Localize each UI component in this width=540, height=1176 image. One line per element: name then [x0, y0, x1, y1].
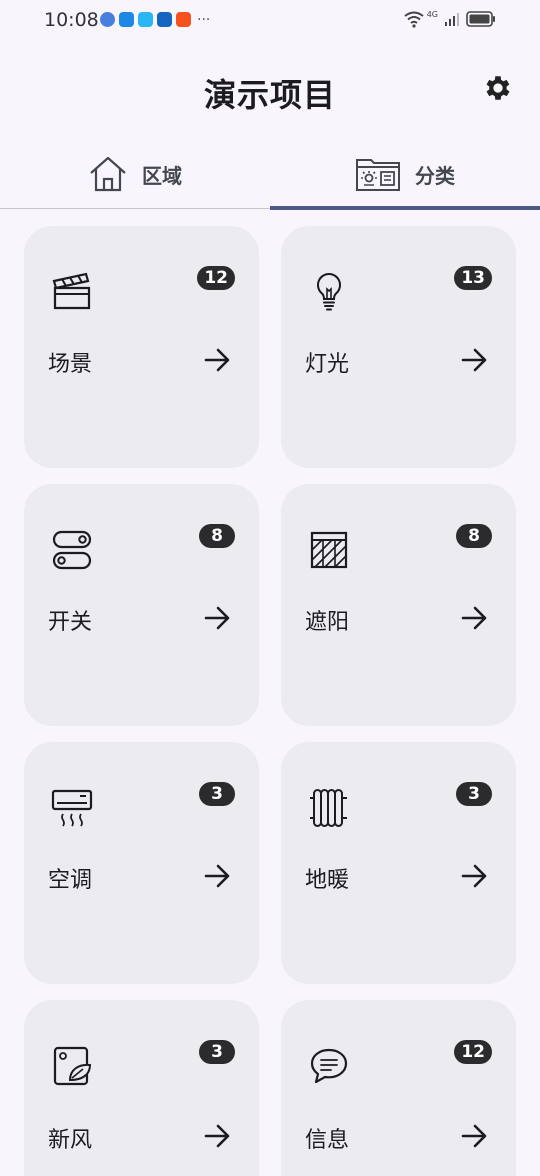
category-count-badge: 8: [199, 524, 235, 548]
selected-tab-indicator: [270, 206, 540, 210]
network-type: 4G: [426, 9, 438, 19]
wifi-icon: [404, 11, 424, 28]
category-card-message[interactable]: 12 信息: [281, 1000, 516, 1176]
arrow-right-icon: [204, 606, 230, 630]
tab-category-label: 分类: [415, 163, 455, 188]
notification-app-icon: [100, 12, 115, 27]
category-count-badge: 3: [456, 782, 492, 806]
house-icon: [90, 156, 126, 192]
category-label: 信息: [305, 1128, 350, 1153]
more-notifications-icon: ···: [197, 11, 211, 28]
category-card-fresh-air[interactable]: 3 新风: [24, 1000, 259, 1176]
tab-area-label: 区域: [142, 163, 182, 188]
status-notification-icons: ···: [100, 12, 210, 27]
category-label: 遮阳: [305, 610, 350, 635]
tab-bar: 区域 分类: [0, 140, 540, 210]
lightbulb-icon: [317, 272, 341, 311]
arrow-right-icon: [461, 348, 487, 372]
category-card-switch[interactable]: 8 开关: [24, 484, 259, 726]
category-label: 开关: [48, 610, 93, 635]
category-count-badge: 3: [199, 782, 235, 806]
category-label: 新风: [48, 1128, 93, 1153]
fresh-air-icon: [53, 1046, 92, 1086]
category-card-shading[interactable]: 8 遮阳: [281, 484, 516, 726]
arrow-right-icon: [204, 348, 230, 372]
category-folder-icon: [356, 159, 400, 191]
arrow-right-icon: [204, 864, 230, 888]
radiator-icon: [310, 789, 347, 827]
page-title: 演示项目: [203, 76, 336, 114]
battery-icon: [466, 11, 495, 27]
category-label: 空调: [48, 868, 93, 893]
air-conditioner-icon: [51, 789, 93, 827]
category-count-badge: 12: [454, 1040, 492, 1064]
gear-icon: [486, 76, 510, 100]
app-header: 演示项目: [0, 60, 540, 124]
category-card-floor-heating[interactable]: 3 地暖: [281, 742, 516, 984]
status-indicators: 4G: [403, 10, 496, 28]
category-card-air-conditioner[interactable]: 3 空调: [24, 742, 259, 984]
message-icon: [310, 1048, 348, 1084]
clapperboard-icon: [52, 272, 91, 310]
notification-app-icon: [119, 12, 134, 27]
switch-icon: [52, 530, 92, 570]
arrow-right-icon: [461, 1124, 487, 1148]
notification-app-icon: [138, 12, 153, 27]
status-bar: 10:08 ··· 4G: [0, 0, 540, 44]
notification-app-icon: [157, 12, 172, 27]
category-count-badge: 8: [456, 524, 492, 548]
arrow-right-icon: [461, 864, 487, 888]
tab-area[interactable]: 区域: [0, 140, 270, 208]
category-card-scene[interactable]: 12 场景: [24, 226, 259, 468]
category-label: 灯光: [305, 352, 350, 377]
settings-button[interactable]: [480, 70, 516, 106]
arrow-right-icon: [461, 606, 487, 630]
category-count-badge: 3: [199, 1040, 235, 1064]
category-count-badge: 12: [197, 266, 235, 290]
signal-icon: [445, 13, 459, 26]
category-count-badge: 13: [454, 266, 492, 290]
category-label: 地暖: [305, 868, 350, 893]
notification-app-icon: [176, 12, 191, 27]
blind-icon: [310, 531, 348, 569]
category-card-lighting[interactable]: 13 灯光: [281, 226, 516, 468]
category-label: 场景: [48, 352, 93, 377]
tab-category[interactable]: 分类: [270, 140, 540, 208]
arrow-right-icon: [204, 1124, 230, 1148]
status-time: 10:08: [44, 9, 99, 31]
